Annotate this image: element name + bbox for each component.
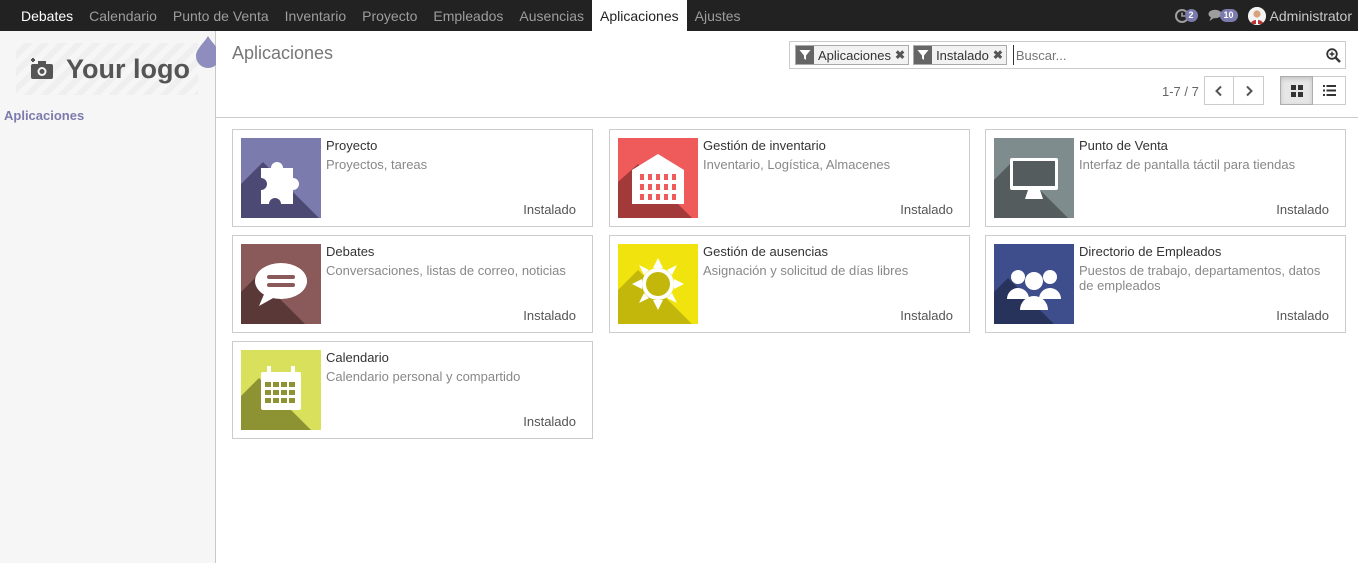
search-plus-icon [1325,47,1341,63]
nav-item-punto-de-venta[interactable]: Punto de Venta [165,0,277,31]
messaging-menu[interactable]: 10 [1208,9,1238,22]
pager-buttons [1204,76,1264,105]
monitor-icon [994,158,1068,218]
company-logo[interactable]: Your logo [16,43,198,95]
app-icon-tile [994,244,1074,324]
pager-next-button[interactable] [1234,76,1264,105]
search-button[interactable] [1321,47,1345,63]
app-status: Instalado [523,414,576,429]
list-view-button[interactable] [1313,76,1346,105]
app-icon-tile [241,350,321,430]
app-description: Inventario, Logística, Almacenes [703,157,891,172]
nav-brand-debates[interactable]: Debates [13,0,81,31]
sidebar: Your logo Aplicaciones [0,31,220,563]
pager-value[interactable]: 1-7 / 7 [1162,84,1199,99]
app-name: Punto de Venta [1079,138,1168,153]
app-icon-tile [241,244,321,324]
app-menu: Debates Calendario Punto de Venta Invent… [0,0,749,31]
app-card-punto-de-venta[interactable]: Punto de Venta Interfaz de pantalla táct… [985,129,1346,227]
search-facet-instalado: Instalado ✖ [913,45,1007,65]
app-description: Conversaciones, listas de correo, notici… [326,263,566,278]
app-description: Puestos de trabajo, departamentos, datos… [1079,263,1321,293]
user-name: Administrator [1269,7,1352,24]
camera-icon [31,58,53,79]
list-icon [1322,85,1336,96]
nav-item-ajustes[interactable]: Ajustes [687,0,749,31]
app-card-gestion-de-ausencias[interactable]: Gestión de ausencias Asignación y solici… [609,235,970,333]
nav-item-inventario[interactable]: Inventario [277,0,354,31]
user-menu[interactable]: Administrator [1247,6,1352,25]
search-facet-aplicaciones: Aplicaciones ✖ [795,45,910,65]
chevron-right-icon [1245,85,1253,96]
kanban-view-button[interactable] [1280,76,1313,105]
activity-menu[interactable]: 2 [1174,8,1198,23]
app-name: Directorio de Empleados [1079,244,1222,259]
chat-bubble-icon [241,263,307,324]
page-title: Aplicaciones [232,43,334,63]
activity-count-badge: 2 [1184,9,1198,22]
search-input[interactable] [1012,45,1317,65]
app-status: Instalado [1276,202,1329,217]
systray: 2 10 Administrator [1174,0,1352,31]
sun-icon [618,258,692,324]
app-name: Calendario [326,350,389,365]
puzzle-icon [241,162,319,218]
facet-label: Instalado [936,47,989,63]
app-status: Instalado [900,308,953,323]
sidebar-item-aplicaciones[interactable]: Aplicaciones [4,108,84,123]
app-icon-tile [241,138,321,218]
view-switcher [1280,76,1346,105]
nav-item-proyecto[interactable]: Proyecto [354,0,425,31]
user-avatar [1247,6,1266,25]
app-description: Asignación y solicitud de días libres [703,263,909,278]
nav-item-aplicaciones[interactable]: Aplicaciones [592,0,687,31]
control-panel: Aplicaciones Aplicaciones ✖ Instalado ✖ … [216,31,1358,118]
app-name: Proyecto [326,138,378,153]
app-name: Gestión de ausencias [703,244,829,259]
search-bar: Aplicaciones ✖ Instalado ✖ [789,41,1346,69]
app-status: Instalado [1276,308,1329,323]
app-card-directorio-de-empleados[interactable]: Directorio de Empleados Puestos de traba… [985,235,1346,333]
filter-icon [914,46,933,64]
pager-previous-button[interactable] [1204,76,1234,105]
app-icon-tile [994,138,1074,218]
warehouse-icon [618,154,692,218]
app-card-debates[interactable]: Debates Conversaciones, listas de correo… [232,235,593,333]
app-card-proyecto[interactable]: Proyecto Proyectos, tareas Instalado [232,129,593,227]
message-count-badge: 10 [1219,9,1238,22]
app-description: Interfaz de pantalla táctil para tiendas [1079,157,1296,172]
filter-icon [796,46,814,64]
app-status: Instalado [523,202,576,217]
chevron-left-icon [1215,85,1222,96]
top-navbar: Debates Calendario Punto de Venta Invent… [0,0,1358,31]
nav-item-ausencias[interactable]: Ausencias [511,0,592,31]
app-description: Calendario personal y compartido [326,369,521,384]
app-name: Debates [326,244,375,259]
app-name: Gestión de inventario [703,138,826,153]
app-status: Instalado [900,202,953,217]
calendar-icon [241,366,311,430]
nav-item-calendario[interactable]: Calendario [81,0,165,31]
app-card-gestion-de-inventario[interactable]: Gestión de inventario Inventario, Logíst… [609,129,970,227]
app-status: Instalado [523,308,576,323]
nav-item-empleados[interactable]: Empleados [425,0,511,31]
app-icon-tile [618,244,698,324]
facet-remove-icon[interactable]: ✖ [895,46,908,64]
people-icon [994,270,1061,324]
app-description: Proyectos, tareas [326,157,428,172]
app-card-calendario[interactable]: Calendario Calendario personal y compart… [232,341,593,439]
app-icon-tile [618,138,698,218]
facet-label: Aplicaciones [818,47,891,63]
grid-icon [1290,84,1303,97]
facet-remove-icon[interactable]: ✖ [993,46,1006,64]
logo-text: Your logo [66,53,190,84]
user-photo-icon [1247,6,1266,25]
